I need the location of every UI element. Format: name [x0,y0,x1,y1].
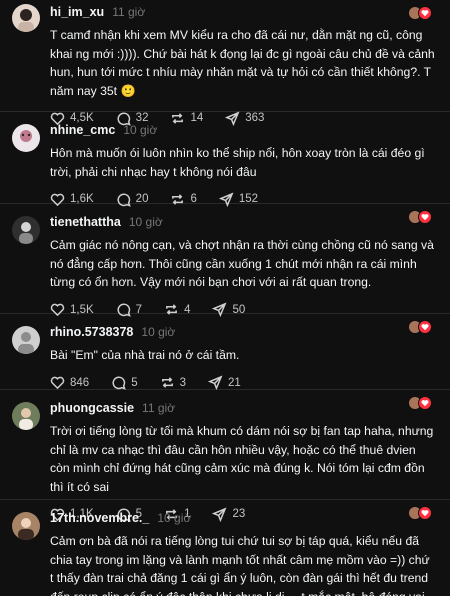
share-count: 21 [228,376,241,389]
share-button[interactable]: 21 [208,375,241,390]
post-text: Bài "Em" của nhà trai nó ở cái tầm. [50,348,240,362]
avatar-image [12,402,40,430]
post-text: T camđ nhận khi xem MV kiểu ra cho đã cá… [50,28,435,98]
liked-by-badge [408,320,432,334]
post-header: 17th.novembre._ 10 giờ [50,510,436,526]
username[interactable]: tienethattha [50,215,121,229]
timestamp: 10 giờ [128,215,163,229]
username[interactable]: 17th.novembre._ [50,511,149,525]
timestamp: 11 giờ [112,5,146,19]
post-header: phuongcassie 11 giờ [50,400,436,416]
like-count: 846 [70,376,90,389]
liked-by-badge [408,210,432,224]
post-header: nhine_cmc 10 giờ [50,122,436,138]
avatar-image [12,512,40,540]
username[interactable]: nhine_cmc [50,123,115,137]
heart-outline-icon [50,376,65,390]
thread-post: rhino.5738378 10 giờ Bài "Em" của nhà tr… [0,314,450,390]
avatar-image [12,216,40,244]
username[interactable]: rhino.5738378 [50,325,133,339]
heart-icon [418,6,432,20]
repost-icon [161,377,173,388]
send-icon [208,375,223,390]
repost-button[interactable]: 3 [160,375,186,390]
timestamp: 10 giờ [141,325,176,339]
thread-post: nhine_cmc 10 giờ Hôn mà muốn ói luôn nhì… [0,112,450,207]
post-header: rhino.5738378 10 giờ [50,324,436,340]
avatar-image [12,124,40,152]
avatar[interactable] [12,124,40,152]
thread-post: hi_im_xu 11 giờ T camđ nhận khi xem MV k… [0,0,450,126]
heart-icon [418,210,432,224]
avatar[interactable] [12,512,40,540]
comment-button[interactable]: 5 [111,375,138,390]
post-text: Trời ơi tiếng lòng từ tối mà khum có dám… [50,424,434,494]
avatar[interactable] [12,216,40,244]
heart-icon [418,506,432,520]
timestamp: 10 giờ [157,511,192,525]
liked-by-badge [408,6,432,20]
liked-by-badge [408,396,432,410]
avatar[interactable] [12,402,40,430]
timestamp: 10 giờ [123,123,158,137]
comment-count: 5 [131,376,138,389]
post-text: Cảm ơn bà đã nói ra tiếng lòng tui chứ t… [50,534,430,596]
like-button[interactable]: 846 [50,375,89,390]
username[interactable]: hi_im_xu [50,5,104,19]
avatar[interactable] [12,326,40,354]
avatar-image [12,4,40,32]
timestamp: 11 giờ [142,401,176,415]
heart-icon [418,320,432,334]
avatar-image [12,326,40,354]
username[interactable]: phuongcassie [50,401,134,415]
avatar[interactable] [12,4,40,32]
thread-feed: hi_im_xu 11 giờ T camđ nhận khi xem MV k… [0,0,450,596]
post-header: tienethattha 10 giờ [50,214,436,230]
post-actions: 846 5 3 21 [50,375,436,391]
repost-count: 3 [179,376,186,389]
liked-by-badge [408,506,432,520]
heart-icon [418,396,432,410]
thread-post: tienethattha 10 giờ Cảm giác nó nông cạn… [0,204,450,317]
post-text: Hôn mà muốn ói luôn nhìn ko thể ship nổi… [50,146,425,179]
post-text: Cảm giác nó nông cạn, và chợt nhận ra th… [50,238,434,289]
post-header: hi_im_xu 11 giờ [50,4,436,20]
thread-post: phuongcassie 11 giờ Trời ơi tiếng lòng t… [0,390,450,522]
thread-post: 17th.novembre._ 10 giờ Cảm ơn bà đã nói … [0,500,450,596]
comment-icon [112,376,126,390]
